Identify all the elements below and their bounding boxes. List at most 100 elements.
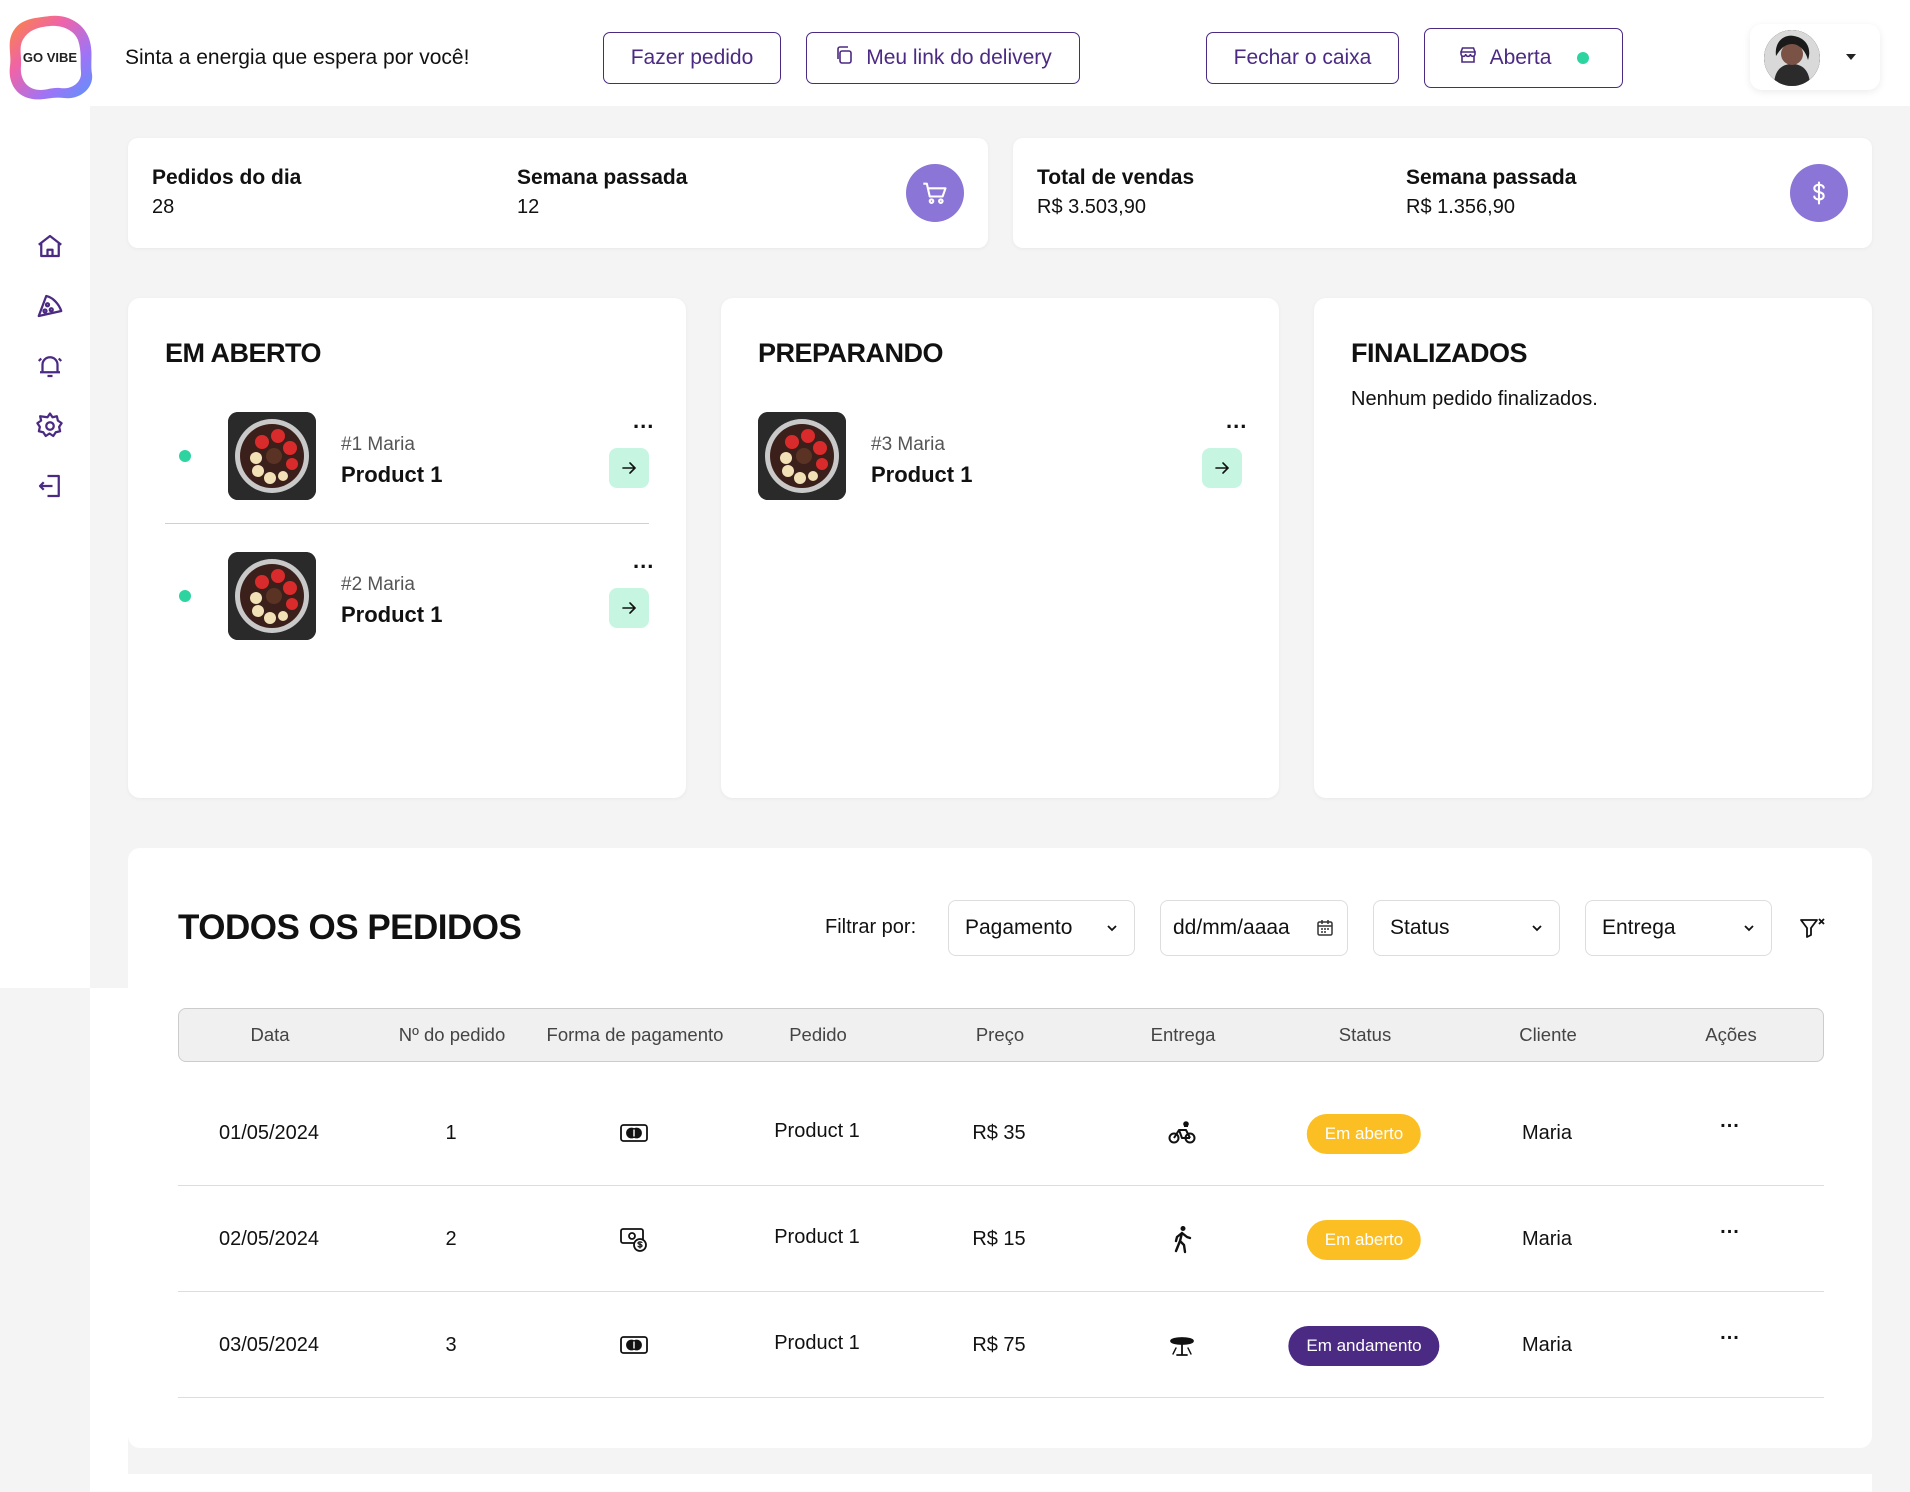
card-icon (619, 1118, 649, 1148)
cart-icon (906, 164, 964, 222)
gear-icon[interactable] (35, 411, 65, 441)
orders-panel: TODOS OS PEDIDOS Filtrar por: Pagamento … (128, 848, 1872, 1448)
status-badge: Em andamento (1288, 1326, 1440, 1366)
row-actions-icon[interactable]: ... (1720, 1322, 1740, 1345)
page-title: TODOS OS PEDIDOS (178, 908, 522, 947)
more-options-icon[interactable]: ... (633, 548, 654, 574)
column-header[interactable]: Pedido (789, 1024, 847, 1046)
product-image (228, 412, 316, 500)
column-header[interactable]: Preço (976, 1024, 1024, 1046)
orders-stat-card: Pedidos do dia 28 Semana passada 12 (128, 138, 988, 248)
order-price: R$ 75 (972, 1334, 1026, 1356)
stat-value: R$ 1.356,90 (1406, 196, 1515, 218)
column-header[interactable]: Status (1339, 1024, 1391, 1046)
column-header[interactable]: Nº do pedido (399, 1024, 506, 1046)
product-name: Product 1 (341, 602, 443, 627)
payment-filter-select[interactable]: Pagamento (948, 900, 1135, 956)
calendar-icon (1317, 920, 1333, 936)
logout-icon[interactable] (35, 471, 65, 501)
filter-label: Filtrar por: (825, 916, 917, 938)
kanban-done-column: FINALIZADOS Nenhum pedido finalizados. (1314, 298, 1872, 798)
chevron-down-icon (1744, 925, 1754, 932)
sales-stat-card: Total de vendas R$ 3.503,90 Semana passa… (1013, 138, 1872, 248)
delivery-link-button[interactable]: Meu link do delivery (806, 32, 1080, 84)
close-register-label: Fechar o caixa (1233, 46, 1372, 69)
order-product: Product 1 (774, 1226, 860, 1248)
empty-message: Nenhum pedido finalizados. (1351, 388, 1598, 410)
brand-logo[interactable]: GO VIBE (6, 12, 94, 104)
kanban-open-column: EM ABERTO #1 Maria Product 1 ... #2 Mari… (128, 298, 686, 798)
date-placeholder: dd/mm/aaaa (1173, 916, 1290, 939)
clear-filters-icon[interactable] (1798, 914, 1826, 942)
bell-icon[interactable] (35, 351, 65, 381)
dollar-icon (1790, 164, 1848, 222)
advance-order-button[interactable] (609, 448, 649, 488)
arrow-right-icon (622, 462, 637, 474)
status-dot (179, 590, 191, 602)
column-header[interactable]: Cliente (1519, 1024, 1577, 1046)
advance-order-button[interactable] (609, 588, 649, 628)
table-row[interactable]: 01/05/2024 1 Product 1 R$ 35 Em aberto M… (178, 1080, 1824, 1186)
delivery-filter-select[interactable]: Entrega (1585, 900, 1772, 956)
client-name: Maria (1521, 1122, 1573, 1144)
order-card[interactable]: #2 Maria Product 1 ... (165, 538, 653, 668)
client-name: Maria (1521, 1228, 1573, 1250)
date-filter-input[interactable]: dd/mm/aaaa (1160, 900, 1348, 956)
stat-label: Pedidos do dia (152, 166, 302, 189)
order-number: #2 Maria (341, 574, 415, 595)
close-register-button[interactable]: Fechar o caixa (1206, 32, 1399, 84)
arrow-right-icon (622, 602, 637, 614)
chevron-down-icon (1532, 925, 1542, 932)
status-dot (179, 450, 191, 462)
status-badge: Em aberto (1306, 1114, 1422, 1154)
chevron-down-icon (1107, 925, 1117, 932)
table-row[interactable]: 03/05/2024 3 Product 1 R$ 75 Em andament… (178, 1292, 1824, 1398)
product-image (228, 552, 316, 640)
order-price: R$ 15 (972, 1228, 1026, 1250)
page-background (90, 988, 128, 1492)
order-price: R$ 35 (972, 1122, 1026, 1144)
column-title: FINALIZADOS (1351, 338, 1528, 368)
table-row[interactable]: 02/05/2024 2 Product 1 R$ 15 Em aberto M… (178, 1186, 1824, 1292)
order-card[interactable]: #3 Maria Product 1 ... (758, 398, 1246, 528)
product-name: Product 1 (871, 462, 973, 487)
order-date: 02/05/2024 (218, 1228, 320, 1250)
column-header[interactable]: Ações (1705, 1024, 1756, 1046)
walk-icon (1167, 1224, 1197, 1254)
user-menu[interactable] (1750, 24, 1880, 90)
stat-value: 28 (152, 196, 175, 218)
more-options-icon[interactable]: ... (1226, 408, 1247, 434)
table-icon (1167, 1330, 1197, 1360)
store-status-button[interactable]: Aberta (1424, 28, 1623, 88)
card-divider (165, 523, 649, 524)
order-button[interactable]: Fazer pedido (603, 32, 781, 84)
bike-icon (1167, 1118, 1197, 1148)
order-date: 01/05/2024 (218, 1122, 320, 1144)
store-status-label: Aberta (1489, 46, 1552, 69)
pizza-icon[interactable] (35, 291, 65, 321)
sidebar (0, 106, 90, 988)
status-filter-select[interactable]: Status (1373, 900, 1560, 956)
order-button-label: Fazer pedido (630, 46, 754, 69)
row-actions-icon[interactable]: ... (1720, 1216, 1740, 1239)
order-card[interactable]: #1 Maria Product 1 ... (165, 398, 653, 528)
status-badge: Em aberto (1306, 1220, 1422, 1260)
home-icon[interactable] (35, 231, 65, 261)
delivery-link-label: Meu link do delivery (866, 46, 1052, 69)
online-status-dot (1577, 52, 1590, 64)
delivery-filter-value: Entrega (1602, 916, 1676, 939)
tagline: Sinta a energia que espera por você! (125, 46, 470, 69)
row-actions-icon[interactable]: ... (1720, 1110, 1740, 1133)
column-header[interactable]: Forma de pagamento (547, 1024, 724, 1046)
column-title: EM ABERTO (165, 338, 322, 368)
store-icon (1458, 45, 1478, 71)
order-date: 03/05/2024 (218, 1334, 320, 1356)
order-number: 1 (445, 1122, 457, 1144)
payment-filter-value: Pagamento (965, 916, 1073, 939)
more-options-icon[interactable]: ... (633, 408, 654, 434)
order-number: 3 (445, 1334, 457, 1356)
stat-label: Total de vendas (1037, 166, 1195, 189)
advance-order-button[interactable] (1202, 448, 1242, 488)
column-header[interactable]: Data (250, 1024, 289, 1046)
column-header[interactable]: Entrega (1151, 1024, 1216, 1046)
